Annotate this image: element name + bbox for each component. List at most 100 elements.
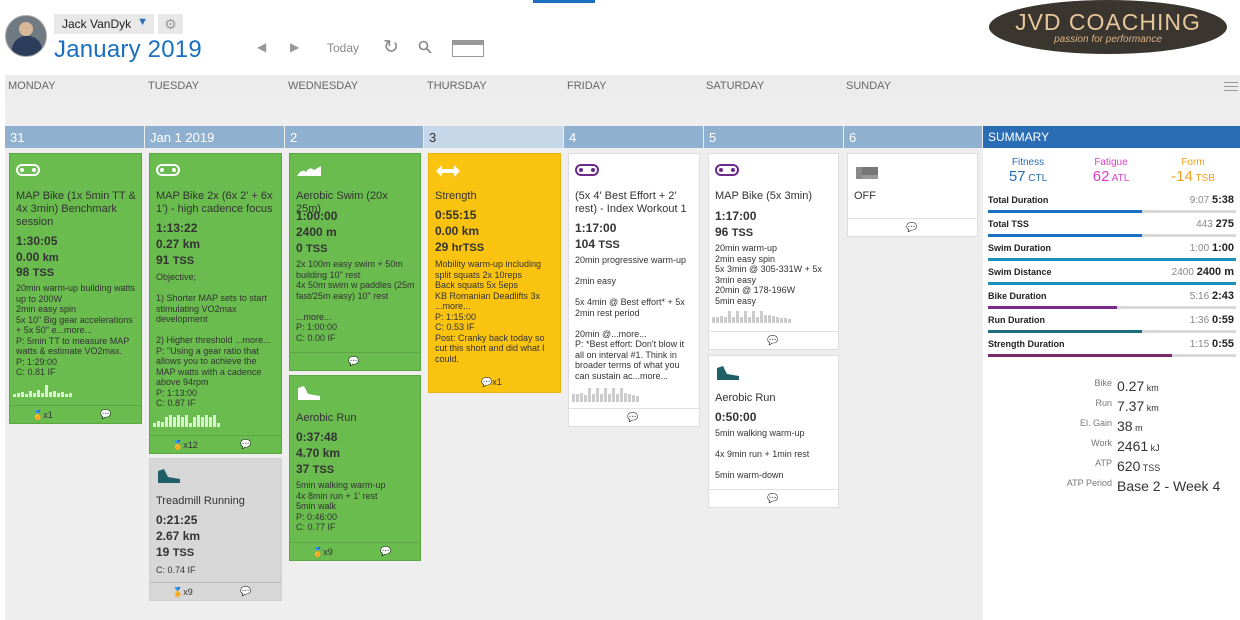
workout-description: Mobility warm-up including split squats … [435,259,545,364]
workout-description: 2x 100m easy swim + 50m building 10" res… [296,259,415,343]
fitness-value: 57 [1008,168,1026,185]
workout-card[interactable]: (5x 4' Best Effort + 2' rest) - Index Wo… [568,153,700,427]
comment-icon[interactable]: 💬 [348,356,359,367]
summary-row-value: 443 275 [1196,218,1234,230]
tss-value: 98 [16,265,30,279]
stat-value: Base 2 - Week 4 [1117,478,1220,494]
stat-unit: m [1135,423,1143,433]
comment-icon[interactable]: 💬 [627,412,638,423]
workout-footer-count: 🏅x9 [172,587,193,598]
card-footer: 🏅x9 💬 [290,542,420,560]
search-icon[interactable] [418,40,432,54]
workout-duration: 1:17:00 [575,221,617,235]
tss-value: 37 [296,462,310,476]
stat-label: ATP [1095,458,1112,468]
shoe-icon [717,366,739,380]
tss-value: 96 [715,225,729,239]
summary-row-label: Total Duration [988,195,1049,205]
workout-card[interactable]: Treadmill Running 0:21:25 2.67 km 19 TSS… [149,458,282,601]
workout-card[interactable]: Strength 0:55:15 0.00 km 29 hrTSS Mobili… [428,153,561,393]
medal-icon: 🏅 [32,410,44,420]
date-cell[interactable]: 2 [285,126,423,148]
workout-card[interactable]: OFF 💬 [847,153,978,237]
gear-icon[interactable]: ⚙ [158,14,183,34]
comment-icon[interactable]: 💬 [767,335,778,346]
date-cell[interactable]: Jan 1 2019 [145,126,284,148]
day-off-icon [856,167,878,179]
chevron-down-icon: ▼ [137,16,148,28]
date-cell[interactable]: 4 [564,126,703,148]
stat-number: 2461 [1117,438,1149,454]
workout-description: Objective; 1) Shorter MAP sets to start … [156,272,271,408]
progress-bar-fill [988,210,1142,213]
day-name: WEDNESDAY [288,80,359,92]
shoe-icon [298,386,320,400]
date-cell[interactable]: 5 [704,126,843,148]
workout-distance: 2400 m [296,225,337,239]
completed-value: 1:00 [1211,242,1234,254]
stat-value: 0.27 km [1117,378,1159,394]
workout-title: MAP Bike (5x 3min) [715,190,812,202]
comment-count[interactable]: 💬x1 [481,377,502,388]
workout-card[interactable]: Aerobic Swim (20x 25m) 1:00:00 2400 m 0 … [289,153,421,371]
comment-icon[interactable]: 💬 [380,546,391,557]
medal-icon: 🏅 [312,547,324,557]
power-sparkline [572,388,696,406]
workout-title: Aerobic Run [715,392,776,404]
comment-icon[interactable]: 💬 [767,493,778,504]
summary-row-value: 1:15 0:55 [1190,338,1234,350]
comment-icon[interactable]: 💬 [100,409,111,420]
workout-description: 5min walking warm-up 4x 9min run + 1min … [715,428,810,480]
completed-value: 275 [1215,218,1234,230]
avatar[interactable] [5,15,47,57]
tss-value: 29 [435,240,449,254]
summary-row-label: Total TSS [988,219,1029,229]
summary-row-label: Run Duration [988,315,1045,325]
workout-title: MAP Bike (1x 5min TT & 4x 3min) Benchmar… [16,190,136,228]
tss-unit: TSS [172,255,195,267]
menu-icon[interactable] [1224,82,1238,91]
workout-title: MAP Bike 2x (6x 2' + 6x 1') - high caden… [156,190,273,215]
planned-value: 9:07 [1189,195,1210,206]
refresh-icon[interactable]: ↻ [383,36,399,59]
swim-icon [297,166,321,176]
prev-month-icon[interactable]: ◀ [257,40,266,54]
distance-value: 0.00 [16,250,40,264]
fatigue-metric: Fatigue 62 ATL [1076,157,1146,185]
completed-value: 2400 m [1196,266,1234,278]
bike-icon [575,164,599,176]
date-cell[interactable]: 6 [844,126,982,148]
workout-card[interactable]: MAP Bike (1x 5min TT & 4x 3min) Benchmar… [9,153,142,424]
workout-distance: 0.27 km [156,237,201,251]
workout-card[interactable]: Aerobic Run 0:50:00 5min walking warm-up… [708,355,839,508]
next-month-icon[interactable]: ▶ [290,40,299,54]
workout-card[interactable]: MAP Bike (5x 3min) 1:17:00 96 TSS 20min … [708,153,839,350]
athlete-select[interactable]: Jack VanDyk ▼ [54,14,154,34]
date-cell[interactable]: 31 [5,126,144,148]
tss-unit: TSS [32,267,55,279]
count-label: x9 [183,587,193,597]
workout-card[interactable]: MAP Bike 2x (6x 2' + 6x 1') - high caden… [149,153,282,454]
summary-row: Run Duration 1:36 0:59 [988,311,1236,335]
medal-icon: 🏅 [172,587,184,597]
day-name: SUNDAY [846,80,892,92]
stat-value: 2461 kJ [1117,438,1160,454]
summary-title: SUMMARY [983,126,1240,148]
workout-tss: 29 hrTSS [435,240,484,256]
summary-row-value: 2400 2400 m [1172,266,1234,278]
today-button[interactable]: Today [327,41,359,55]
calendar-icon[interactable] [452,40,484,57]
workout-tss: 37 TSS [296,462,334,478]
summary-row-value: 1:36 0:59 [1190,314,1234,326]
progress-bar-fill [988,330,1142,333]
stat-unit: km [1146,383,1159,393]
workout-description: C: 0.74 IF [156,565,196,575]
stat-unit: kJ [1150,443,1160,453]
stat-label: El. Gain [1079,418,1112,428]
date-cell-today[interactable]: 3 [424,126,563,148]
comment-icon[interactable]: 💬 [240,586,251,597]
comment-icon[interactable]: 💬 [906,222,917,233]
card-footer: 💬x1 [429,374,560,392]
comment-icon[interactable]: 💬 [240,439,251,450]
workout-card[interactable]: Aerobic Run 0:37:48 4.70 km 37 TSS 5min … [289,375,421,561]
